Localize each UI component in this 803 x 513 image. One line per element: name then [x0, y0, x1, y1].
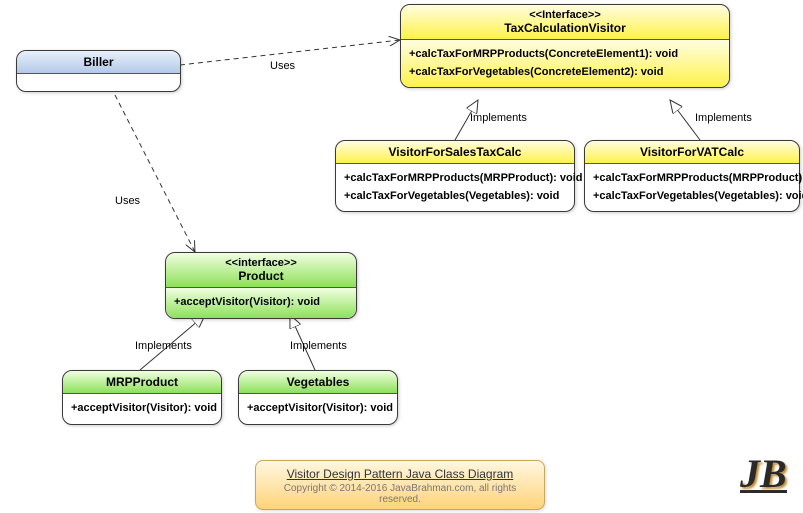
stereotype: <<interface>>	[172, 257, 350, 269]
class-vat: VisitorForVATCalc +calcTaxForMRPProducts…	[584, 140, 800, 212]
interface-product-body: +acceptVisitor(Visitor): void	[166, 287, 356, 318]
method: +calcTaxForVegetables(Vegetables): void	[593, 188, 791, 206]
class-sales-tax-body: +calcTaxForMRPProducts(MRPProduct): void…	[336, 163, 574, 211]
class-veg: Vegetables +acceptVisitor(Visitor): void	[238, 370, 398, 425]
class-name: TaxCalculationVisitor	[407, 21, 723, 35]
label-implements: Implements	[135, 340, 192, 352]
method: +calcTaxForMRPProducts(ConcreteElement1)…	[409, 46, 721, 64]
copyright: Copyright © 2014-2016 JavaBrahman.com, a…	[276, 483, 524, 505]
method: +acceptVisitor(Visitor): void	[247, 400, 389, 418]
logo-text: JB	[740, 458, 787, 493]
class-name: Product	[172, 269, 350, 283]
class-veg-head: Vegetables	[239, 371, 397, 393]
label-uses: Uses	[115, 195, 140, 207]
class-sales-tax: VisitorForSalesTaxCalc +calcTaxForMRPPro…	[335, 140, 575, 212]
diagram-title-box: Visitor Design Pattern Java Class Diagra…	[255, 460, 545, 510]
class-mrp-body: +acceptVisitor(Visitor): void	[63, 393, 221, 424]
method: +calcTaxForMRPProducts(MRPProduct): void	[344, 170, 566, 188]
method: +calcTaxForMRPProducts(MRPProduct): void	[593, 170, 791, 188]
method: +acceptVisitor(Visitor): void	[71, 400, 213, 418]
label-implements: Implements	[470, 112, 527, 124]
logo: JB	[740, 450, 787, 497]
interface-tax-visitor-body: +calcTaxForMRPProducts(ConcreteElement1)…	[401, 39, 729, 87]
interface-product: <<interface>> Product +acceptVisitor(Vis…	[165, 252, 357, 319]
interface-tax-visitor-head: <<Interface>> TaxCalculationVisitor	[401, 5, 729, 39]
method: +calcTaxForVegetables(ConcreteElement2):…	[409, 64, 721, 82]
class-biller: Biller	[16, 50, 181, 92]
label-implements: Implements	[695, 112, 752, 124]
label-uses: Uses	[270, 60, 295, 72]
class-sales-tax-head: VisitorForSalesTaxCalc	[336, 141, 574, 163]
label-implements: Implements	[290, 340, 347, 352]
class-mrp-head: MRPProduct	[63, 371, 221, 393]
class-vat-head: VisitorForVATCalc	[585, 141, 799, 163]
class-biller-head: Biller	[17, 51, 180, 73]
class-biller-body	[17, 73, 180, 91]
class-veg-body: +acceptVisitor(Visitor): void	[239, 393, 397, 424]
interface-product-head: <<interface>> Product	[166, 253, 356, 287]
method: +acceptVisitor(Visitor): void	[174, 294, 348, 312]
stereotype: <<Interface>>	[407, 9, 723, 21]
interface-tax-visitor: <<Interface>> TaxCalculationVisitor +cal…	[400, 4, 730, 88]
class-vat-body: +calcTaxForMRPProducts(MRPProduct): void…	[585, 163, 799, 211]
diagram-title: Visitor Design Pattern Java Class Diagra…	[276, 467, 524, 481]
class-mrp: MRPProduct +acceptVisitor(Visitor): void	[62, 370, 222, 425]
method: +calcTaxForVegetables(Vegetables): void	[344, 188, 566, 206]
